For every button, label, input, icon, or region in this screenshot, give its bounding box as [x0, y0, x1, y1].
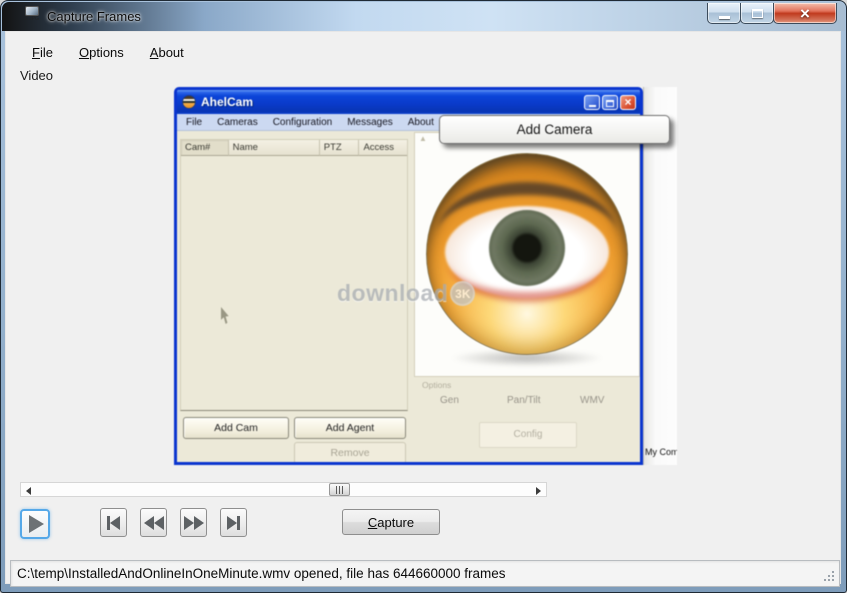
capture-button[interactable]: Capture: [342, 509, 440, 535]
play-button[interactable]: [20, 509, 50, 539]
menu-about[interactable]: About: [148, 42, 186, 63]
seek-trackbar[interactable]: [20, 482, 547, 497]
menu-options[interactable]: Options: [77, 42, 126, 63]
video-display: AhelCam × File Cameras Configuration Mes…: [174, 87, 677, 465]
menu-file[interactable]: File: [30, 42, 55, 63]
play-icon: [29, 515, 44, 533]
video-menu-about: About: [408, 117, 434, 128]
maximize-button[interactable]: [740, 3, 774, 24]
track-left-arrow-icon[interactable]: [26, 487, 31, 495]
app-icon-label: 2 JPG: [25, 16, 39, 22]
minimize-icon: [589, 105, 596, 107]
video-menu-messages: Messages: [347, 117, 393, 128]
skip-end-icon: [227, 516, 237, 530]
minimize-button[interactable]: [707, 3, 741, 24]
window-titlebar[interactable]: 2 JPG Capture Frames ×: [2, 2, 845, 31]
column-cam: Cam#: [181, 140, 229, 156]
client-area: File Options About Video AhelCam × File …: [5, 31, 841, 584]
ahelcam-eye-logo: [426, 153, 628, 355]
column-name: Name: [229, 140, 320, 156]
column-access: Access: [359, 140, 407, 156]
video-ahelcam-titlebar: AhelCam ×: [177, 90, 640, 114]
video-options-label: Options: [422, 380, 451, 390]
scroll-up-icon: ▲: [419, 134, 427, 143]
maximize-icon: [606, 100, 614, 107]
rewind-icon: [144, 516, 154, 530]
video-add-cam-button: Add Cam: [183, 417, 289, 439]
skip-to-end-button[interactable]: [220, 508, 247, 537]
status-message: C:\temp\InstalledAndOnlineInOneMinute.wm…: [17, 561, 506, 586]
video-my-computer-label: My Com: [645, 447, 677, 457]
video-camera-list: Cam# Name PTZ Access: [180, 139, 408, 411]
close-icon: ×: [624, 96, 631, 109]
download3k-watermark: download 3K: [337, 280, 475, 307]
3k-badge-icon: 3K: [450, 281, 475, 306]
video-close-button: ×: [620, 95, 636, 110]
video-tab-wmv: WMV: [580, 395, 604, 406]
trackbar-thumb[interactable]: [329, 483, 350, 496]
video-config-button: Config: [479, 422, 577, 448]
column-ptz: PTZ: [320, 140, 360, 156]
eye-icon: [182, 95, 196, 109]
minimize-icon: [719, 16, 730, 19]
capture-frames-window: 2 JPG Capture Frames × File Options Abou…: [0, 0, 847, 593]
fast-forward-icon: [184, 516, 194, 530]
skip-to-start-button[interactable]: [100, 508, 127, 537]
video-menu-file: File: [186, 117, 202, 128]
window-title: Capture Frames: [47, 2, 141, 31]
window-controls: ×: [708, 3, 837, 24]
video-add-agent-button: Add Agent: [294, 417, 406, 439]
video-add-camera-callout: Add Camera: [439, 115, 670, 144]
video-ahelcam-title: AhelCam: [201, 95, 582, 109]
close-button[interactable]: ×: [773, 3, 837, 24]
app-icon: 2 JPG: [22, 6, 42, 28]
camera-list-header: Cam# Name PTZ Access: [181, 140, 407, 156]
video-remove-button: Remove: [294, 442, 406, 462]
video-menu-cameras: Cameras: [217, 117, 258, 128]
maximize-icon: [752, 9, 763, 18]
video-tab-pantilt: Pan/Tilt: [507, 395, 541, 406]
rewind-button[interactable]: [140, 508, 167, 537]
video-menu-configuration: Configuration: [273, 117, 332, 128]
photo-film-icon: [25, 6, 39, 16]
status-bar: C:\temp\InstalledAndOnlineInOneMinute.wm…: [10, 560, 840, 587]
video-tab-gen: Gen: [440, 395, 459, 406]
video-minimize-button: [584, 95, 600, 110]
menu-bar: File Options About: [6, 38, 840, 66]
fast-forward-button[interactable]: [180, 508, 207, 537]
resize-grip[interactable]: [824, 571, 836, 583]
video-maximize-button: [602, 95, 618, 110]
video-group-label: Video: [20, 68, 53, 83]
track-right-arrow-icon[interactable]: [536, 487, 541, 495]
video-preview-panel: ▲: [414, 132, 640, 377]
close-icon: ×: [800, 4, 810, 23]
